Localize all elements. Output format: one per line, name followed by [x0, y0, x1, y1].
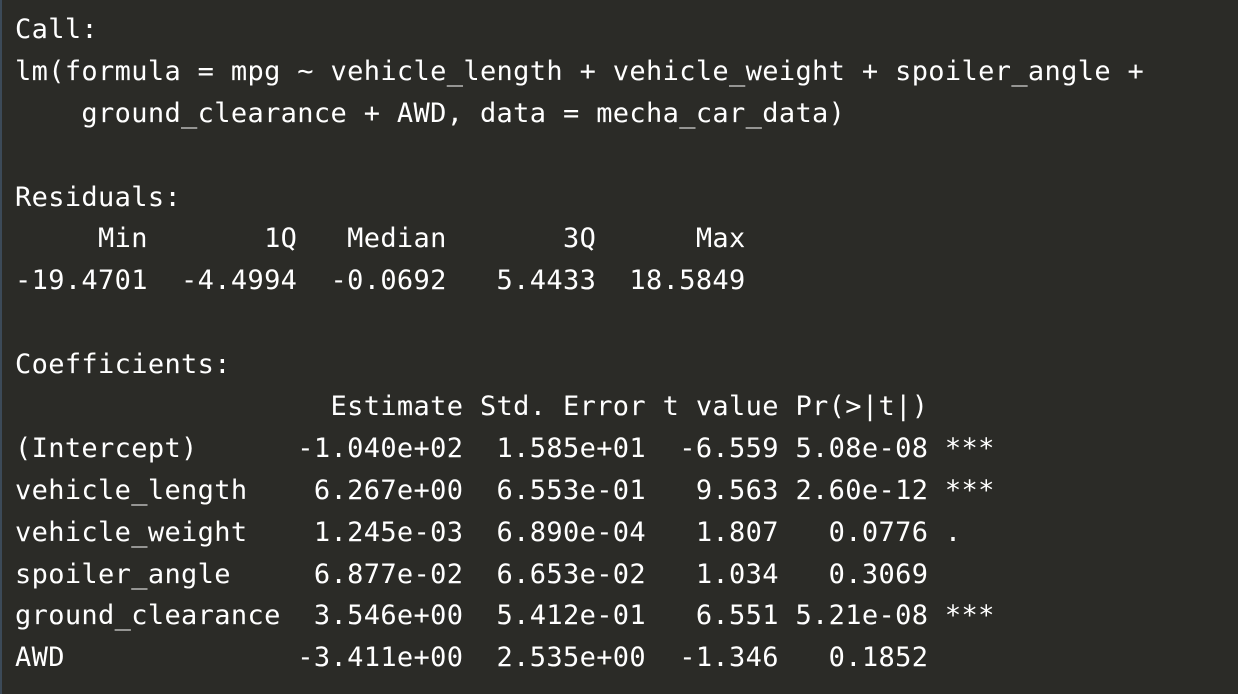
coefficient-row-awd: AWD -3.411e+00 2.535e+00 -1.346 0.1852 [15, 642, 995, 674]
call-formula-line-2: ground_clearance + AWD, data = mecha_car… [15, 97, 846, 129]
call-heading: Call: [15, 14, 99, 45]
r-console-output: Call: lm(formula = mpg ~ vehicle_length … [0, 0, 1238, 694]
coefficient-row-vehicle-weight: vehicle_weight 1.245e-03 6.890e-04 1.807… [15, 516, 995, 548]
coefficient-row-intercept: (Intercept) -1.040e+02 1.585e+01 -6.559 … [15, 432, 995, 464]
residuals-header-row: Min 1Q Median 3Q Max [15, 223, 763, 255]
residuals-heading: Residuals: [15, 181, 182, 213]
coefficient-row-ground-clearance: ground_clearance 3.546e+00 5.412e-01 6.5… [15, 600, 995, 632]
coefficients-heading: Coefficients: [15, 349, 231, 381]
coefficient-row-vehicle-length: vehicle_length 6.267e+00 6.553e-01 9.563… [15, 474, 995, 506]
call-formula-line-1: lm(formula = mpg ~ vehicle_length + vehi… [15, 55, 1145, 87]
coefficients-header-row: Estimate Std. Error t value Pr(>|t|) [15, 391, 995, 423]
residuals-values-row: -19.4701 -4.4994 -0.0692 5.4433 18.5849 [15, 265, 763, 297]
coefficient-row-spoiler-angle: spoiler_angle 6.877e-02 6.653e-02 1.034 … [15, 558, 995, 590]
